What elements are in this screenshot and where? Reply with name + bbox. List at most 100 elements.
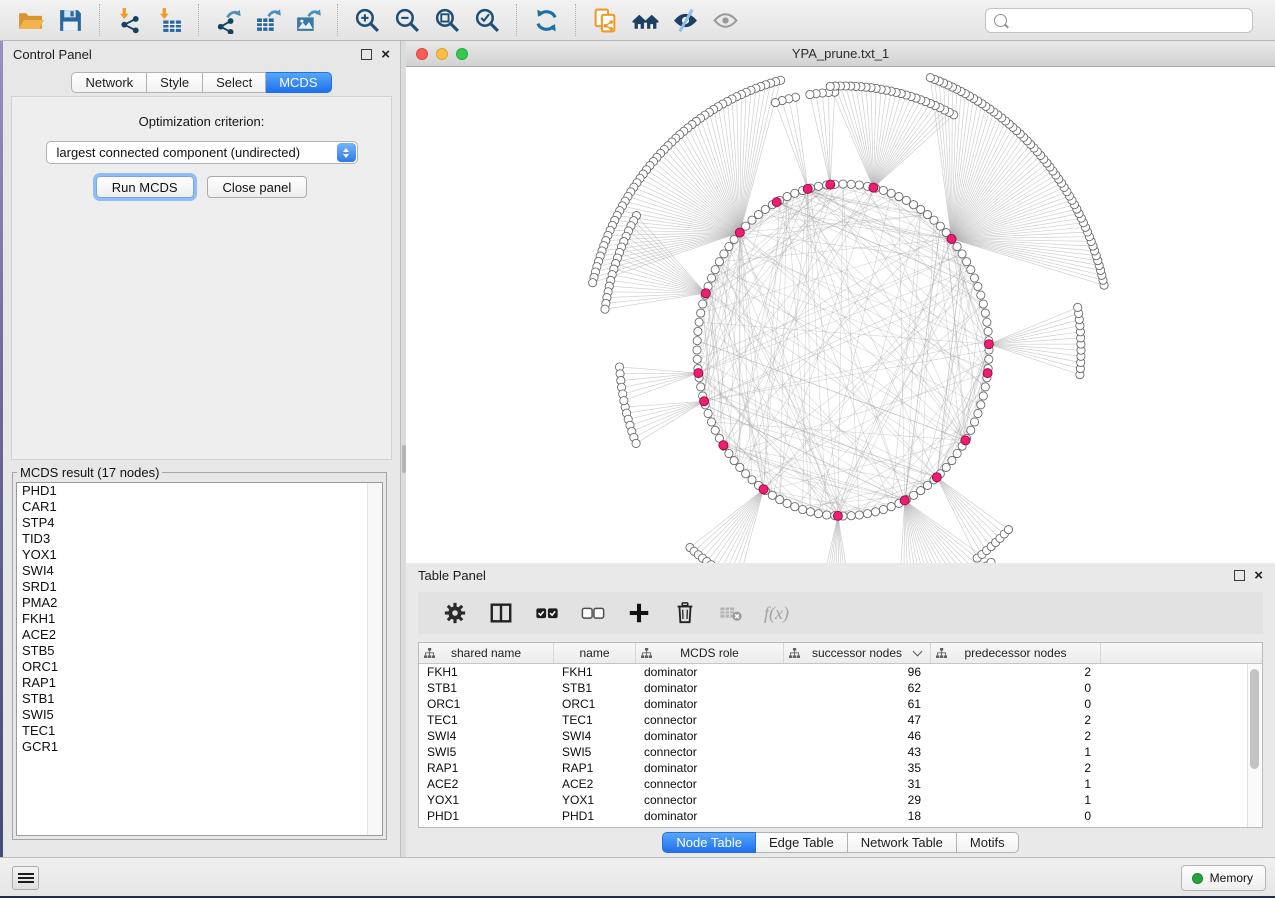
column-header-predecessor-nodes[interactable]: predecessor nodes [931, 643, 1101, 663]
table-cell[interactable]: YOX1 [554, 793, 636, 807]
list-item[interactable]: PHD1 [17, 483, 382, 499]
table-cell[interactable]: 35 [784, 761, 931, 775]
float-panel-icon[interactable] [1234, 570, 1245, 581]
table-row[interactable]: YOX1YOX1connector291 [419, 792, 1248, 808]
list-item[interactable]: CAR1 [17, 499, 382, 515]
network-graph[interactable] [406, 67, 1275, 563]
splitter-handle[interactable] [402, 445, 406, 473]
list-item[interactable]: STB5 [17, 643, 382, 659]
list-item[interactable]: ACE2 [17, 627, 382, 643]
table-cell[interactable]: 1 [931, 745, 1101, 759]
zoom-fit-button[interactable] [429, 2, 465, 38]
list-item[interactable]: PMA2 [17, 595, 382, 611]
table-cell[interactable]: dominator [636, 809, 784, 823]
show-panels-button[interactable] [12, 866, 39, 890]
table-cell[interactable]: ACE2 [419, 777, 554, 791]
table-row[interactable]: TEC1TEC1connector472 [419, 712, 1248, 728]
float-panel-icon[interactable] [361, 49, 372, 60]
table-cell[interactable]: ORC1 [554, 697, 636, 711]
table-settings-button[interactable] [443, 601, 467, 625]
table-row[interactable]: RAP1RAP1dominator352 [419, 760, 1248, 776]
list-item[interactable]: SWI4 [17, 563, 382, 579]
table-row[interactable]: SWI4SWI4dominator462 [419, 728, 1248, 744]
close-panel-icon[interactable]: × [381, 50, 390, 59]
table-cell[interactable]: STB1 [419, 681, 554, 695]
table-cell[interactable]: SWI5 [419, 745, 554, 759]
table-cell[interactable]: dominator [636, 665, 784, 679]
list-item[interactable]: STP4 [17, 515, 382, 531]
table-cell[interactable]: 46 [784, 729, 931, 743]
table-cell[interactable]: 0 [931, 809, 1101, 823]
tab-edge-table[interactable]: Edge Table [756, 832, 848, 853]
export-network-button[interactable] [210, 2, 246, 38]
table-cell[interactable]: SWI5 [554, 745, 636, 759]
table-row[interactable]: SWI5SWI5connector431 [419, 744, 1248, 760]
table-cell[interactable]: 2 [931, 729, 1101, 743]
show-columns-button[interactable] [489, 601, 513, 625]
import-network-button[interactable] [111, 2, 147, 38]
list-item[interactable]: SRD1 [17, 579, 382, 595]
table-cell[interactable]: 61 [784, 697, 931, 711]
list-item[interactable]: FKH1 [17, 611, 382, 627]
table-cell[interactable]: dominator [636, 729, 784, 743]
open-file-button[interactable] [12, 2, 48, 38]
import-table-button[interactable] [151, 2, 187, 38]
column-header-name[interactable]: name [554, 643, 636, 663]
table-cell[interactable]: 43 [784, 745, 931, 759]
table-row[interactable]: FKH1FKH1dominator962 [419, 664, 1248, 680]
tab-motifs[interactable]: Motifs [957, 832, 1019, 853]
table-cell[interactable]: FKH1 [554, 665, 636, 679]
table-cell[interactable]: dominator [636, 697, 784, 711]
zoom-selected-button[interactable] [469, 2, 505, 38]
table-cell[interactable]: PHD1 [554, 809, 636, 823]
table-cell[interactable]: connector [636, 713, 784, 727]
table-cell[interactable]: 0 [931, 697, 1101, 711]
delete-column-button[interactable] [673, 601, 697, 625]
table-cell[interactable]: 62 [784, 681, 931, 695]
network-canvas[interactable] [406, 67, 1275, 563]
list-item[interactable]: RAP1 [17, 675, 382, 691]
table-scrollbar[interactable] [1247, 664, 1262, 827]
tab-mcds[interactable]: MCDS [266, 72, 331, 93]
table-cell[interactable]: SWI4 [554, 729, 636, 743]
table-cell[interactable]: 1 [931, 777, 1101, 791]
select-all-columns-button[interactable] [535, 601, 559, 625]
export-image-button[interactable] [290, 2, 326, 38]
table-cell[interactable]: 96 [784, 665, 931, 679]
memory-button[interactable]: Memory [1181, 865, 1266, 891]
close-panel-button[interactable]: Close panel [207, 176, 308, 198]
run-mcds-button[interactable]: Run MCDS [96, 176, 194, 198]
list-item[interactable]: TEC1 [17, 723, 382, 739]
table-cell[interactable]: dominator [636, 761, 784, 775]
zoom-in-button[interactable] [349, 2, 385, 38]
list-item[interactable]: STB1 [17, 691, 382, 707]
table-cell[interactable]: 1 [931, 793, 1101, 807]
close-panel-icon[interactable]: × [1254, 571, 1263, 580]
table-cell[interactable]: connector [636, 777, 784, 791]
table-row[interactable]: ORC1ORC1dominator610 [419, 696, 1248, 712]
table-cell[interactable]: 31 [784, 777, 931, 791]
table-scrollbar-thumb[interactable] [1250, 669, 1259, 769]
table-row[interactable]: PHD1PHD1dominator180 [419, 808, 1248, 824]
table-cell[interactable]: SWI4 [419, 729, 554, 743]
column-header-shared-name[interactable]: shared name [419, 643, 554, 663]
table-cell[interactable]: 47 [784, 713, 931, 727]
list-item[interactable]: TID3 [17, 531, 382, 547]
list-item[interactable]: ORC1 [17, 659, 382, 675]
table-cell[interactable]: ACE2 [554, 777, 636, 791]
save-session-button[interactable] [52, 2, 88, 38]
table-cell[interactable]: 18 [784, 809, 931, 823]
first-neighbors-button[interactable] [627, 2, 663, 38]
table-cell[interactable]: 2 [931, 665, 1101, 679]
table-cell[interactable]: PHD1 [419, 809, 554, 823]
hide-view-button[interactable] [667, 2, 703, 38]
table-cell[interactable]: RAP1 [419, 761, 554, 775]
list-item[interactable]: SWI5 [17, 707, 382, 723]
zoom-out-button[interactable] [389, 2, 425, 38]
table-row[interactable]: ACE2ACE2connector311 [419, 776, 1248, 792]
table-cell[interactable]: ORC1 [419, 697, 554, 711]
table-row[interactable]: STB1STB1dominator620 [419, 680, 1248, 696]
table-cell[interactable]: FKH1 [419, 665, 554, 679]
unselect-all-columns-button[interactable] [581, 601, 605, 625]
delete-table-button[interactable] [719, 601, 743, 625]
